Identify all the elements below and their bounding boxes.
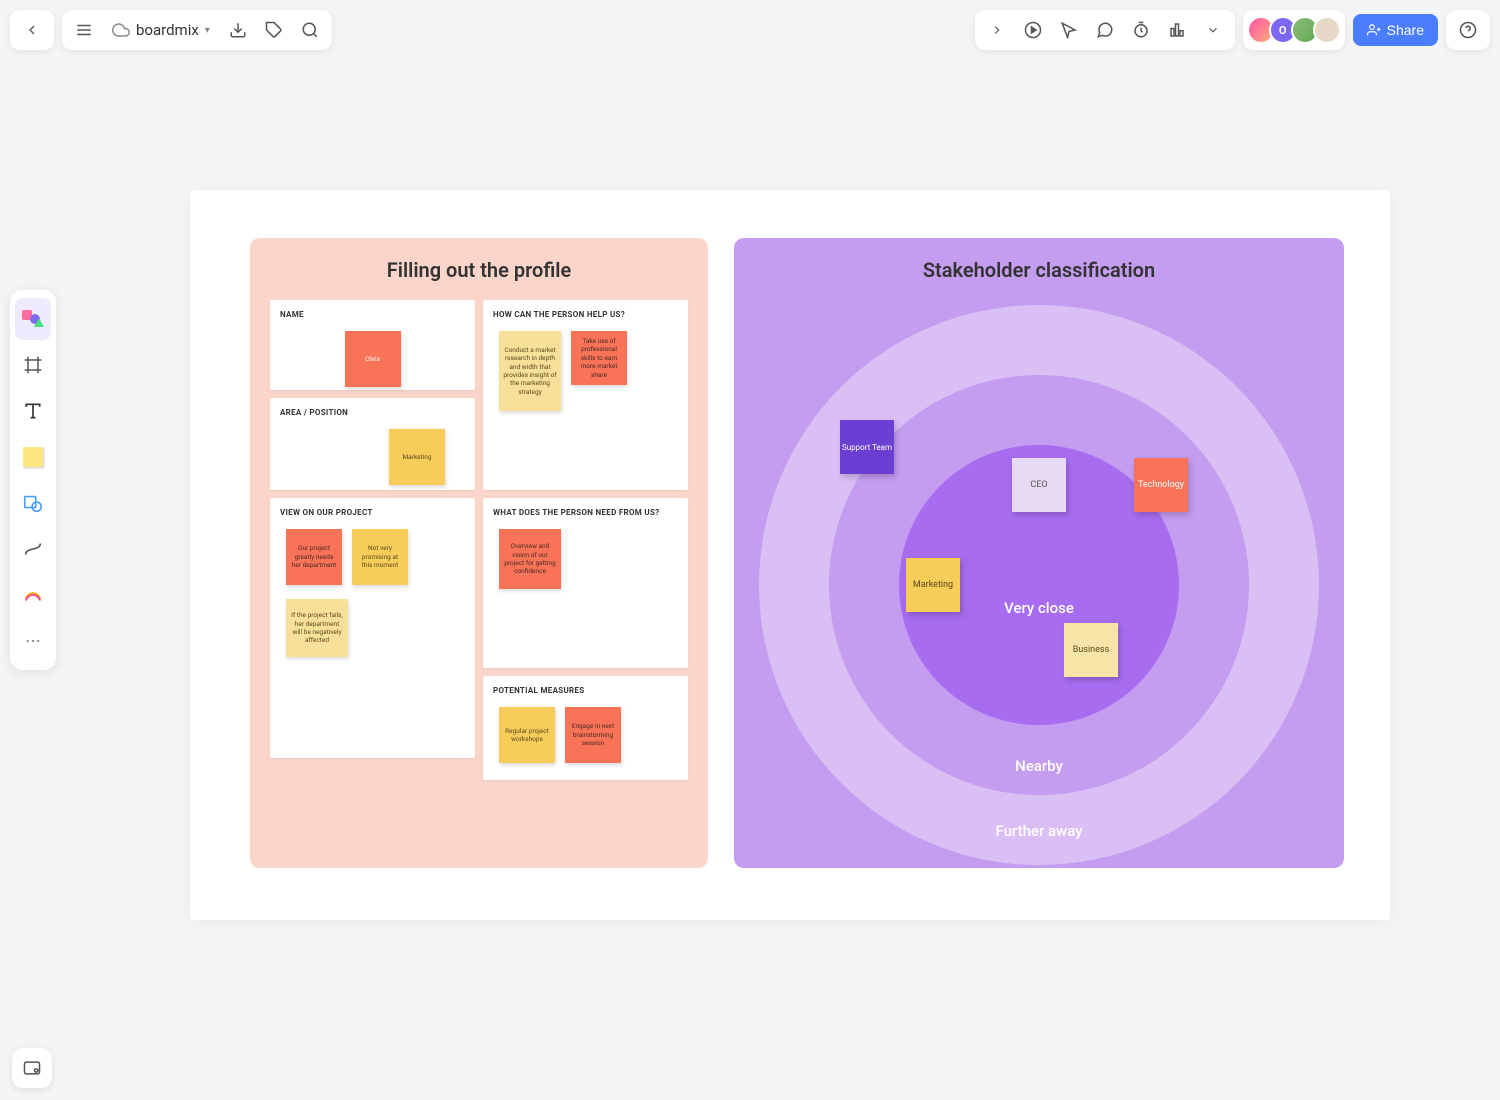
share-button[interactable]: Share <box>1353 14 1438 46</box>
pen-icon <box>22 584 44 606</box>
sticky-note[interactable]: Overview and vision of our project for g… <box>499 529 561 589</box>
sticky-note[interactable]: Marketing <box>389 429 445 485</box>
card-label: VIEW ON OUR PROJECT <box>280 508 465 517</box>
menu-button[interactable] <box>66 12 102 48</box>
card-label: NAME <box>280 310 465 319</box>
more-icon <box>24 632 42 650</box>
classification-rings: Further away Nearby Very close <box>759 305 1319 865</box>
search-button[interactable] <box>292 12 328 48</box>
stakeholder-panel[interactable]: Stakeholder classification Further away … <box>734 238 1344 868</box>
shapes-tool[interactable] <box>15 298 51 340</box>
card-label: AREA / POSITION <box>280 408 465 417</box>
sticky-note[interactable]: Engage in next brainstorming session <box>565 707 621 763</box>
card-area[interactable]: AREA / POSITION Marketing <box>270 398 475 490</box>
timer-button[interactable] <box>1123 12 1159 48</box>
chart-button[interactable] <box>1159 12 1195 48</box>
tool-sidebar <box>10 290 56 670</box>
cloud-icon <box>112 21 130 39</box>
tag-button[interactable] <box>256 12 292 48</box>
sticky-note-marketing[interactable]: Marketing <box>906 558 960 612</box>
back-button[interactable] <box>14 12 50 48</box>
user-plus-icon <box>1367 23 1381 37</box>
stakeholder-title: Stakeholder classification <box>734 258 1344 282</box>
profile-title: Filling out the profile <box>270 258 688 282</box>
more-tools[interactable] <box>15 620 51 662</box>
sticky-note-business[interactable]: Business <box>1064 623 1118 677</box>
sticky-note[interactable]: If the project fails, her department wil… <box>286 599 348 657</box>
sticky-note-ceo[interactable]: CEO <box>1012 458 1066 512</box>
avatar <box>1313 16 1341 44</box>
ring-label: Further away <box>995 822 1082 840</box>
share-label: Share <box>1387 22 1424 38</box>
minimap-icon <box>22 1058 42 1078</box>
frame-tool[interactable] <box>15 344 51 386</box>
card-label: WHAT DOES THE PERSON NEED FROM US? <box>493 508 678 517</box>
play-button[interactable] <box>1015 12 1051 48</box>
collaborator-avatars[interactable]: O <box>1243 10 1345 50</box>
sticky-note-tool[interactable] <box>15 436 51 478</box>
card-view[interactable]: VIEW ON OUR PROJECT Our project greatly … <box>270 498 475 758</box>
comment-button[interactable] <box>1087 12 1123 48</box>
sticky-note-tech[interactable]: Technology <box>1134 458 1188 512</box>
card-help[interactable]: HOW CAN THE PERSON HELP US? Conduct a ma… <box>483 300 688 490</box>
text-tool[interactable] <box>15 390 51 432</box>
sticky-note[interactable]: Take use of professional skills to earn … <box>571 331 627 385</box>
whiteboard-canvas[interactable]: Filling out the profile NAME Chris AREA … <box>190 190 1390 920</box>
sticky-note[interactable]: Our project greatly needs her department <box>286 529 342 585</box>
card-need[interactable]: WHAT DOES THE PERSON NEED FROM US? Overv… <box>483 498 688 668</box>
chevron-down-icon: ▾ <box>205 25 210 36</box>
shape-tool[interactable] <box>15 482 51 524</box>
shapes-icon <box>22 310 44 328</box>
board-title: boardmix <box>136 21 199 39</box>
expand-button[interactable] <box>979 12 1015 48</box>
sticky-note[interactable]: Regular project workshops <box>499 707 555 763</box>
card-label: POTENTIAL MEASURES <box>493 686 678 695</box>
sticky-note[interactable]: Chris <box>345 331 401 387</box>
sticky-note-support[interactable]: Support Team <box>840 420 894 474</box>
help-button[interactable] <box>1450 12 1486 48</box>
connector-icon <box>22 538 44 560</box>
profile-panel[interactable]: Filling out the profile NAME Chris AREA … <box>250 238 708 868</box>
more-chevron-button[interactable] <box>1195 12 1231 48</box>
sticky-note[interactable]: Conduct a market research in depth and w… <box>499 331 561 411</box>
sticky-note[interactable]: Not very promising at this moment <box>352 529 408 585</box>
sticky-icon <box>23 447 43 467</box>
minimap-button[interactable] <box>12 1048 52 1088</box>
card-label: HOW CAN THE PERSON HELP US? <box>493 310 678 319</box>
connector-tool[interactable] <box>15 528 51 570</box>
shape-icon <box>22 492 44 514</box>
board-title-dropdown[interactable]: boardmix ▾ <box>102 21 220 39</box>
card-name[interactable]: NAME Chris <box>270 300 475 390</box>
frame-icon <box>23 355 43 375</box>
text-icon <box>23 401 43 421</box>
download-button[interactable] <box>220 12 256 48</box>
pen-tool[interactable] <box>15 574 51 616</box>
ring-label: Very close <box>1004 599 1074 617</box>
card-measures[interactable]: POTENTIAL MEASURES Regular project works… <box>483 676 688 780</box>
cursor-button[interactable] <box>1051 12 1087 48</box>
ring-label: Nearby <box>1015 757 1063 775</box>
